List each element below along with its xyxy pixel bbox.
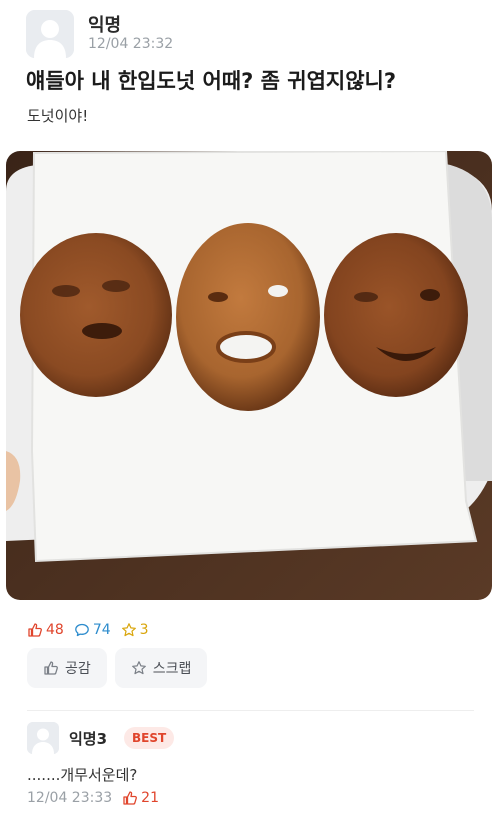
- comment-author-avatar[interactable]: [27, 722, 59, 754]
- scrap-button-label: 스크랩: [152, 661, 192, 677]
- donut-photo-image: [6, 151, 492, 600]
- post-actions: 공감 스크랩: [27, 648, 208, 688]
- like-button-label: 공감: [65, 661, 91, 677]
- author-name[interactable]: 익명: [88, 11, 121, 37]
- comment-text: .......개무서운데?: [27, 766, 138, 784]
- default-user-avatar-icon: [27, 722, 59, 754]
- comment-like-count: 21: [141, 790, 159, 806]
- star-icon: [121, 623, 136, 637]
- comment-count: 74: [74, 622, 111, 638]
- like-count-value: 48: [46, 622, 64, 638]
- comment-author-name[interactable]: 익명3: [69, 728, 107, 749]
- post-photo[interactable]: [6, 151, 492, 600]
- scrap-button[interactable]: 스크랩: [114, 648, 208, 688]
- post-timestamp: 12/04 23:32: [88, 36, 174, 52]
- default-user-avatar-icon: [26, 10, 74, 58]
- thumbs-up-icon: [123, 791, 138, 805]
- comment-count-value: 74: [92, 622, 111, 638]
- comment-meta: 12/04 23:33 21: [27, 790, 159, 806]
- scrap-count-value: 3: [139, 622, 149, 638]
- comment-timestamp: 12/04 23:33: [27, 790, 113, 806]
- post-body: 도넛이야!: [27, 107, 89, 125]
- star-icon: [131, 661, 146, 675]
- speech-bubble-icon: [74, 623, 89, 637]
- thumbs-up-icon: [28, 623, 42, 637]
- author-avatar[interactable]: [26, 10, 74, 58]
- post-header: 익명 12/04 23:32: [26, 10, 466, 58]
- post-stats: 48 74 3: [27, 620, 149, 640]
- like-button[interactable]: 공감: [27, 648, 107, 688]
- comment-like-button[interactable]: 21: [122, 790, 159, 806]
- best-badge: BEST: [124, 727, 175, 749]
- thumbs-up-icon: [44, 661, 58, 675]
- scrap-count: 3: [121, 622, 149, 638]
- post-title: 얘들아 내 한입도넛 어때? 좀 귀엽지않니?: [26, 69, 397, 93]
- like-count: 48: [27, 622, 64, 638]
- section-divider: [27, 710, 474, 711]
